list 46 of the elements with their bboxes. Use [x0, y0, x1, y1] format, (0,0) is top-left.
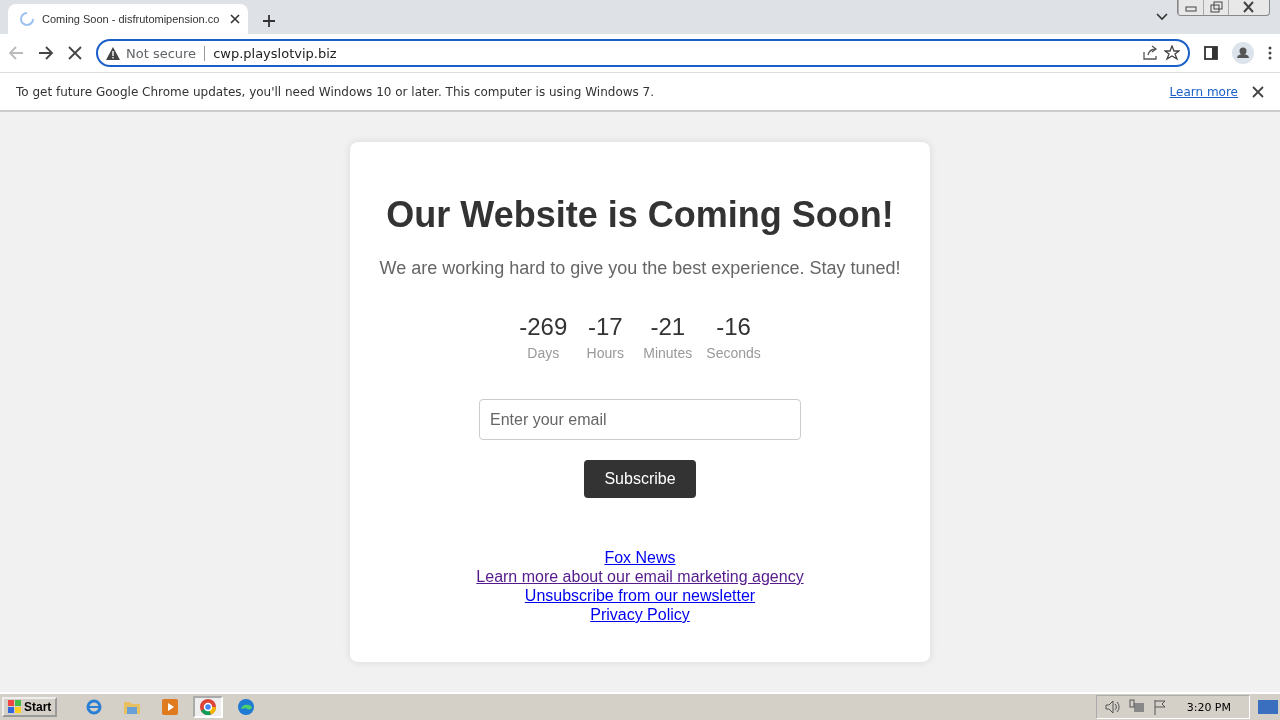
- url-text: cwp.playslotvip.biz: [212, 45, 338, 61]
- update-message: To get future Google Chrome updates, you'll need Windows 10 or later. This computer is using Windows 7.: [16, 84, 656, 99]
- chrome-icon: [199, 698, 218, 716]
- media-player-icon: [161, 698, 180, 716]
- security-label: Not secure: [126, 45, 206, 61]
- countdown-value: -21: [650, 313, 686, 341]
- countdown-value: -269: [519, 313, 568, 341]
- chevron-down-icon[interactable]: [1156, 10, 1168, 22]
- windows-logo-icon: [8, 700, 22, 714]
- start-button[interactable]: Start: [2, 697, 58, 717]
- edge-icon: [237, 698, 256, 716]
- tab-title: Coming Soon - disfrutomipension.co: [42, 13, 221, 25]
- new-tab-icon[interactable]: [262, 14, 276, 28]
- countdown-label: Hours: [586, 345, 624, 361]
- subheading: We are working hard to give you the best experience. Stay tuned!: [379, 258, 901, 279]
- folder-icon: [123, 699, 142, 715]
- profile-avatar-icon[interactable]: [1232, 42, 1254, 64]
- page-heading: Our Website is Coming Soon!: [386, 194, 894, 236]
- learn-more-link[interactable]: Learn more: [1169, 84, 1238, 99]
- warning-icon: [106, 46, 120, 60]
- taskbar-app[interactable]: [193, 696, 224, 718]
- countdown-label: Seconds: [706, 345, 761, 361]
- browser-tab[interactable]: Coming Soon - disfrutomipension.co: [8, 4, 248, 34]
- speaker-icon[interactable]: [1104, 700, 1121, 714]
- clock: 3:20 PM: [1186, 700, 1231, 714]
- forward-icon[interactable]: [38, 45, 54, 61]
- footer-link[interactable]: Learn more about our email marketing agency: [476, 567, 804, 586]
- footer-link[interactable]: Fox News: [604, 548, 676, 567]
- stop-icon[interactable]: [68, 46, 82, 60]
- footer-link[interactable]: Privacy Policy: [590, 605, 690, 624]
- network-icon[interactable]: [1128, 699, 1145, 715]
- side-panel-icon[interactable]: [1204, 46, 1218, 60]
- share-icon[interactable]: [1142, 45, 1158, 61]
- countdown-label: Days: [527, 345, 560, 361]
- close-icon[interactable]: [1252, 85, 1264, 98]
- close-icon[interactable]: [230, 14, 240, 24]
- star-icon[interactable]: [1164, 45, 1180, 61]
- ie-icon: [85, 698, 104, 716]
- address-bar[interactable]: Not secure cwp.playslotvip.biz: [96, 39, 1190, 67]
- countdown-value: -17: [587, 313, 623, 341]
- footer-link[interactable]: Unsubscribe from our newsletter: [524, 586, 756, 605]
- more-menu-icon[interactable]: [1268, 46, 1272, 60]
- email-field[interactable]: Enter your email: [479, 399, 801, 440]
- countdown-label: Minutes: [643, 345, 693, 361]
- subscribe-button[interactable]: Subscribe: [584, 460, 696, 498]
- countdown-value: -16: [716, 313, 751, 341]
